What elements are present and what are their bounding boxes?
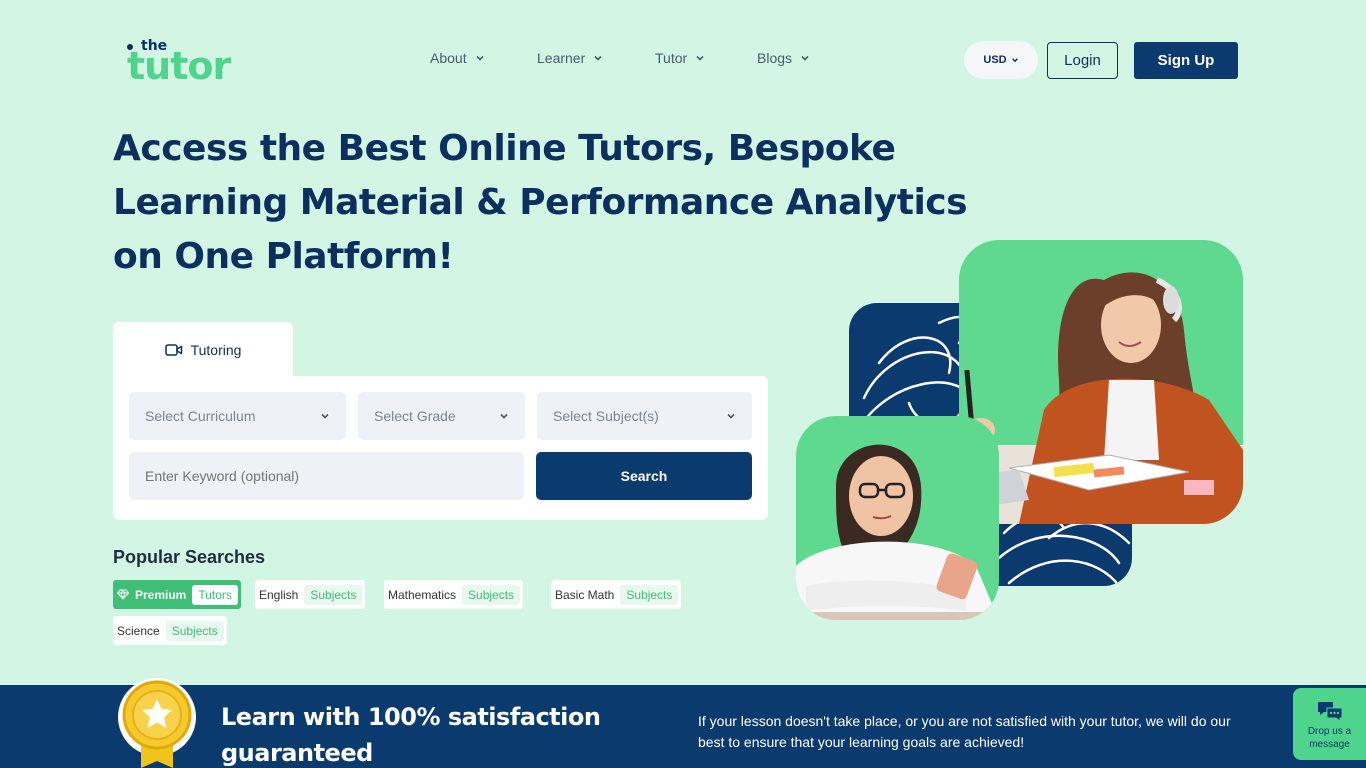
nav-learner-label: Learner bbox=[537, 50, 586, 66]
chip-label: English bbox=[259, 587, 299, 602]
tab-tutoring[interactable]: Tutoring bbox=[113, 322, 293, 378]
popular-searches-title: Popular Searches bbox=[113, 547, 266, 567]
chip-label: Premium bbox=[135, 587, 187, 602]
chip-label: Basic Math bbox=[555, 587, 615, 602]
logo-tutor-text: tutor bbox=[127, 44, 231, 88]
diamond-icon bbox=[117, 589, 129, 600]
nav-blogs[interactable]: Blogs bbox=[757, 50, 810, 66]
search-button[interactable]: Search bbox=[536, 452, 752, 500]
chat-widget-label: Drop us a message bbox=[1307, 725, 1352, 750]
chat-widget[interactable]: Drop us a message bbox=[1293, 688, 1366, 760]
nav-tutor-label: Tutor bbox=[655, 50, 688, 66]
popular-chip-science[interactable]: Science Subjects bbox=[113, 616, 227, 645]
medal-icon bbox=[118, 678, 196, 768]
subject-select-placeholder: Select Subject(s) bbox=[553, 408, 659, 424]
tab-tutoring-label: Tutoring bbox=[190, 342, 242, 358]
tutor-illustration bbox=[959, 272, 1243, 524]
chevron-down-icon bbox=[476, 55, 484, 61]
popular-chip-english[interactable]: English Subjects bbox=[255, 580, 366, 609]
chip-tag: Subjects bbox=[304, 584, 363, 605]
curriculum-select[interactable]: Select Curriculum bbox=[129, 392, 346, 440]
chevron-down-icon bbox=[727, 413, 735, 419]
nav-about-label: About bbox=[430, 50, 467, 66]
nav-learner[interactable]: Learner bbox=[537, 50, 603, 66]
subject-select[interactable]: Select Subject(s) bbox=[537, 392, 752, 440]
grade-select-placeholder: Select Grade bbox=[374, 408, 456, 424]
chevron-down-icon bbox=[801, 55, 809, 61]
satisfaction-banner: Learn with 100% satisfaction guaranteed … bbox=[0, 685, 1366, 768]
tutor-photo-woman-headphones bbox=[959, 240, 1243, 524]
chip-tag: Subjects bbox=[165, 620, 224, 641]
chevron-down-icon bbox=[321, 413, 329, 419]
chip-tag: Subjects bbox=[462, 584, 521, 605]
video-camera-icon bbox=[164, 344, 182, 356]
currency-selector[interactable]: USD bbox=[964, 41, 1038, 79]
login-button[interactable]: Login bbox=[1047, 42, 1118, 79]
keyword-input[interactable] bbox=[129, 452, 524, 500]
hero-title: Access the Best Online Tutors, Bespoke L… bbox=[113, 128, 968, 277]
nav-about[interactable]: About bbox=[430, 50, 485, 66]
chip-label: Mathematics bbox=[388, 587, 457, 602]
popular-chip-premium[interactable]: Premium Tutors bbox=[113, 580, 241, 609]
popular-chip-basic-math[interactable]: Basic Math Subjects bbox=[551, 580, 682, 609]
nav-tutor[interactable]: Tutor bbox=[655, 50, 705, 66]
grade-select[interactable]: Select Grade bbox=[358, 392, 525, 440]
popular-chip-mathematics[interactable]: Mathematics Subjects bbox=[384, 580, 524, 609]
chip-tag: Subjects bbox=[620, 584, 679, 605]
nav-blogs-label: Blogs bbox=[757, 50, 793, 66]
curriculum-select-placeholder: Select Curriculum bbox=[145, 408, 256, 424]
tutor-photo-woman-glasses bbox=[796, 416, 999, 620]
signup-button[interactable]: Sign Up bbox=[1134, 42, 1238, 79]
chat-bubbles-icon bbox=[1317, 701, 1342, 722]
chevron-down-icon bbox=[500, 413, 508, 419]
site-logo[interactable]: the tutor bbox=[127, 38, 237, 88]
chevron-down-icon bbox=[696, 55, 704, 61]
tutor-illustration bbox=[796, 444, 999, 620]
chevron-down-icon bbox=[1011, 58, 1018, 63]
banner-text: If your lesson doesn't take place, or yo… bbox=[698, 713, 1231, 750]
currency-label: USD bbox=[983, 54, 1007, 66]
chip-tag: Tutors bbox=[192, 584, 238, 605]
banner-title: Learn with 100% satisfaction guaranteed bbox=[221, 703, 601, 767]
chip-label: Science bbox=[117, 623, 160, 638]
chevron-down-icon bbox=[594, 55, 602, 61]
